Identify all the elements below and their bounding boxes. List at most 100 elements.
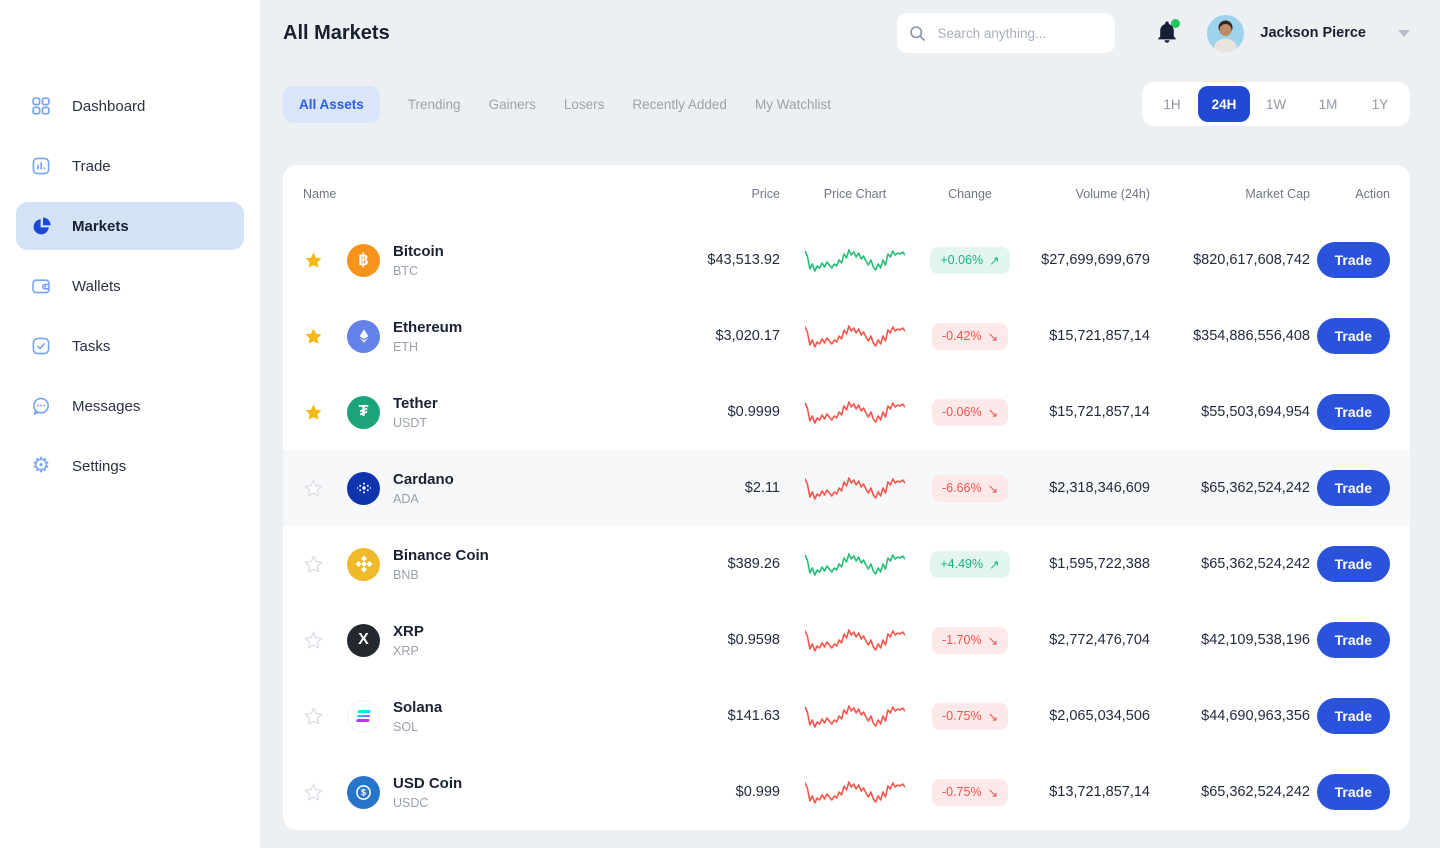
usdc-coin-icon: $ [347,776,380,809]
coin-symbol: USDT [393,416,438,430]
notification-bell-icon[interactable] [1155,20,1181,46]
tasks-icon [30,335,52,357]
trade-button[interactable]: Trade [1317,546,1390,582]
timeframe-24h[interactable]: 24H [1198,86,1250,122]
coin-name: Binance Coin [393,547,489,564]
sidebar-item-trade[interactable]: Trade [16,142,244,190]
svg-text:$: $ [361,787,366,797]
coin-symbol: BTC [393,264,444,278]
coin-name: USD Coin [393,775,462,792]
column-header-name: Name [303,187,660,201]
sidebar-item-label: Trade [72,158,111,175]
coin-symbol: SOL [393,720,442,734]
asset-tabs: All Assets Trending Gainers Losers Recen… [283,86,831,123]
trade-button[interactable]: Trade [1317,470,1390,506]
trend-arrow-icon: ↘ [988,481,998,496]
coin-symbol: BNB [393,568,489,582]
price-sparkline-chart [780,698,930,734]
favorite-star-icon[interactable] [303,630,347,651]
favorite-star-icon[interactable] [303,782,347,803]
price-sparkline-chart [780,622,930,658]
table-row-xrp[interactable]: X XRP XRP $0.9598 -1.70%↘ $2,772,476,704… [283,602,1410,678]
coin-symbol: ADA [393,492,454,506]
favorite-star-icon[interactable] [303,554,347,575]
coin-price: $2.11 [660,480,780,496]
coin-market-cap: $65,362,524,242 [1150,556,1310,572]
coin-name: Bitcoin [393,243,444,260]
favorite-star-icon[interactable] [303,250,347,271]
sidebar-item-wallets[interactable]: Wallets [16,262,244,310]
settings-icon: ⚙ [30,455,52,477]
tab-all-assets[interactable]: All Assets [283,86,380,123]
coin-volume: $2,065,034,506 [1010,708,1150,724]
coin-market-cap: $44,690,963,356 [1150,708,1310,724]
search-input[interactable] [935,25,1103,42]
change-badge: -1.70%↘ [932,627,1008,654]
trade-button[interactable]: Trade [1317,622,1390,658]
tab-trending[interactable]: Trending [408,97,461,112]
user-avatar[interactable] [1207,15,1244,52]
favorite-star-icon[interactable] [303,706,347,727]
markets-table-card: Name Price Price Chart Change Volume (24… [283,165,1410,830]
tab-losers[interactable]: Losers [564,97,605,112]
coin-name: Ethereum [393,319,462,336]
sidebar-item-settings[interactable]: ⚙ Settings [16,442,244,490]
trade-button[interactable]: Trade [1317,698,1390,734]
sidebar-item-messages[interactable]: Messages [16,382,244,430]
table-row-tether[interactable]: ₮ Tether USDT $0.9999 -0.06%↘ $15,721,85… [283,374,1410,450]
sidebar-item-tasks[interactable]: Tasks [16,322,244,370]
dashboard-icon [30,95,52,117]
change-badge: +4.49%↗ [930,551,1009,578]
messages-icon [30,395,52,417]
coin-name: Tether [393,395,438,412]
table-row-cardano[interactable]: Cardano ADA $2.11 -6.66%↘ $2,318,346,609… [283,450,1410,526]
table-row-binance-coin[interactable]: Binance Coin BNB $389.26 +4.49%↗ $1,595,… [283,526,1410,602]
ethereum-coin-icon [347,320,380,353]
coin-market-cap: $42,109,538,196 [1150,632,1310,648]
coin-price: $141.63 [660,708,780,724]
coin-volume: $2,772,476,704 [1010,632,1150,648]
timeframe-1m[interactable]: 1M [1302,86,1354,122]
coin-market-cap: $354,886,556,408 [1150,328,1310,344]
change-badge: -0.06%↘ [932,399,1008,426]
trade-button[interactable]: Trade [1317,774,1390,810]
sidebar-item-markets[interactable]: Markets [16,202,244,250]
filter-row: All Assets Trending Gainers Losers Recen… [260,82,1440,126]
tab-recently-added[interactable]: Recently Added [632,97,727,112]
column-header-price-chart: Price Chart [780,187,930,201]
coin-price: $3,020.17 [660,328,780,344]
chevron-down-icon[interactable] [1398,30,1410,37]
table-row-solana[interactable]: Solana SOL $141.63 -0.75%↘ $2,065,034,50… [283,678,1410,754]
table-row-usd-coin[interactable]: $ USD Coin USDC $0.999 -0.75%↘ $13,721,8… [283,754,1410,830]
coin-price: $0.999 [660,784,780,800]
column-header-market-cap: Market Cap [1150,187,1310,201]
timeframe-1h[interactable]: 1H [1146,86,1198,122]
sidebar-item-label: Messages [72,398,140,415]
coin-market-cap: $55,503,694,954 [1150,404,1310,420]
change-badge: +0.06%↗ [930,247,1009,274]
timeframe-1y[interactable]: 1Y [1354,86,1406,122]
favorite-star-icon[interactable] [303,326,347,347]
timeframe-selector: 1H 24H 1W 1M 1Y [1142,82,1410,126]
tab-gainers[interactable]: Gainers [489,97,536,112]
coin-symbol: ETH [393,340,462,354]
favorite-star-icon[interactable] [303,478,347,499]
cardano-coin-icon [347,472,380,505]
wallets-icon [30,275,52,297]
table-row-bitcoin[interactable]: ฿ Bitcoin BTC $43,513.92 +0.06%↗ $27,699… [283,222,1410,298]
table-row-ethereum[interactable]: Ethereum ETH $3,020.17 -0.42%↘ $15,721,8… [283,298,1410,374]
trade-button[interactable]: Trade [1317,394,1390,430]
favorite-star-icon[interactable] [303,402,347,423]
trade-button[interactable]: Trade [1317,242,1390,278]
column-header-price: Price [660,187,780,201]
search-box[interactable] [897,13,1115,53]
sidebar-item-label: Settings [72,458,126,475]
coin-market-cap: $820,617,608,742 [1150,252,1310,268]
timeframe-1w[interactable]: 1W [1250,86,1302,122]
tab-my-watchlist[interactable]: My Watchlist [755,97,831,112]
trend-arrow-icon: ↘ [988,329,998,344]
coin-volume: $27,699,699,679 [1010,252,1150,268]
trade-button[interactable]: Trade [1317,318,1390,354]
sidebar-item-dashboard[interactable]: Dashboard [16,82,244,130]
coin-volume: $13,721,857,14 [1010,784,1150,800]
